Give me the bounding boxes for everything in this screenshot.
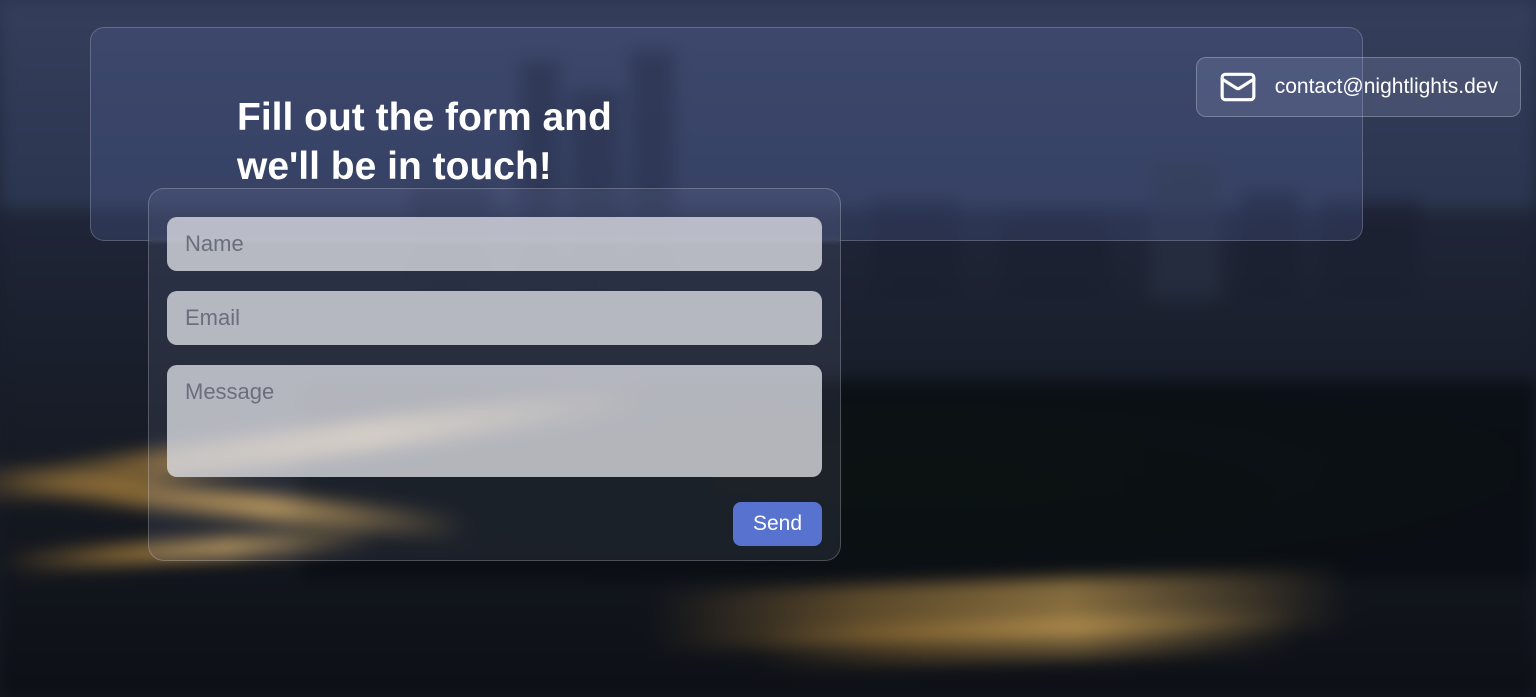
message-field[interactable] bbox=[167, 365, 822, 477]
contact-email-link[interactable]: contact@nightlights.dev bbox=[1196, 57, 1521, 117]
page-title: Fill out the form and we'll be in touch! bbox=[237, 94, 612, 192]
heading-line1: Fill out the form and bbox=[237, 96, 612, 139]
contact-email-text: contact@nightlights.dev bbox=[1275, 75, 1498, 99]
mail-icon bbox=[1219, 68, 1257, 106]
send-button[interactable]: Send bbox=[733, 502, 822, 546]
name-field[interactable] bbox=[167, 217, 822, 271]
email-field[interactable] bbox=[167, 291, 822, 345]
heading-line2: we'll be in touch! bbox=[237, 145, 552, 188]
contact-form-card: Send bbox=[148, 188, 841, 561]
